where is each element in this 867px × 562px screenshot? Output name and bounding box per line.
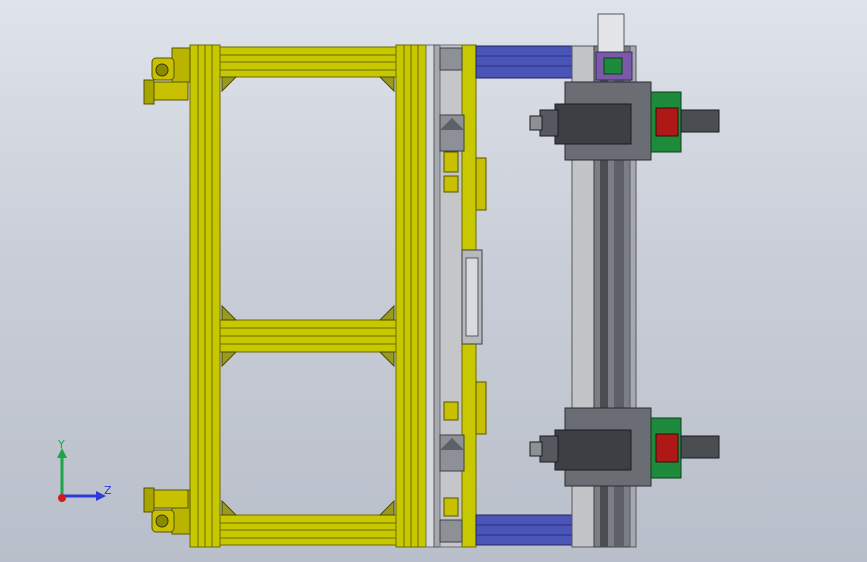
bracket xyxy=(378,499,395,516)
bracket xyxy=(378,76,395,93)
spindle-carriage-lower xyxy=(529,407,720,487)
cad-graphics-viewport[interactable]: Y Z xyxy=(0,0,867,562)
z-axis-label: Z xyxy=(104,484,112,497)
bracket xyxy=(378,304,395,321)
bracket xyxy=(221,304,238,321)
spindle-carriage-upper xyxy=(529,81,720,161)
orientation-triad: Y Z xyxy=(57,438,112,502)
x-axis-dot xyxy=(58,494,66,502)
bracket xyxy=(221,499,238,516)
bracket xyxy=(378,351,395,368)
yellow-frame xyxy=(189,44,427,548)
assembly-model[interactable] xyxy=(0,0,867,562)
bracket xyxy=(221,76,238,93)
y-axis-label: Y xyxy=(57,438,65,451)
bracket xyxy=(221,351,238,368)
caster-wheels xyxy=(143,47,191,535)
